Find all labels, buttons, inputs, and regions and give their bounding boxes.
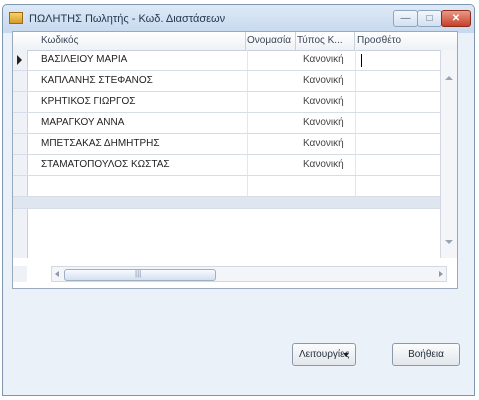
cell-divider — [247, 92, 248, 112]
horizontal-scrollbar[interactable]: ||| — [51, 266, 447, 282]
cell-code[interactable]: ΜΠΕΤΣΑΚΑΣ ΔΗΜΗΤΡΗΣ — [41, 138, 160, 149]
grip-icon: ||| — [135, 269, 142, 278]
table-row[interactable]: ΒΑΣΙΛΕΙΟΥ ΜΑΡΙΑ Κανονική — [13, 50, 457, 71]
column-header-type[interactable]: Τύπος Κ... — [297, 35, 343, 46]
maximize-button[interactable]: □ — [417, 10, 442, 27]
cell-divider — [247, 176, 248, 196]
functions-button-label: Λειτουργίες — [299, 349, 350, 360]
title-bar[interactable]: ΠΩΛΗΤΗΣ Πωλητής - Κωδ. Διαστάσεων — □ ✕ — [3, 5, 474, 33]
grid-corner — [13, 266, 27, 282]
scrollbar-thumb[interactable]: ||| — [64, 269, 216, 281]
window-title: ΠΩΛΗΤΗΣ Πωλητής - Κωδ. Διαστάσεων — [29, 13, 226, 25]
cell-divider — [355, 134, 356, 154]
scroll-down-icon[interactable] — [445, 240, 453, 244]
cell-type[interactable]: Κανονική — [303, 75, 344, 86]
cell-code[interactable]: ΚΑΠΛΑΝΗΣ ΣΤΕΦΑΝΟΣ — [41, 75, 153, 86]
scroll-up-icon[interactable] — [445, 76, 453, 80]
empty-table-row[interactable] — [13, 176, 457, 197]
cell-type[interactable]: Κανονική — [303, 117, 344, 128]
functions-dropdown-button[interactable]: Λειτουργίες — [292, 343, 356, 366]
new-record-row[interactable] — [13, 197, 457, 209]
row-selector[interactable] — [13, 134, 27, 154]
dimensions-grid[interactable]: Κωδικός Ονομασία Τύπος Κ... Προσθέτο ΒΑΣ… — [12, 31, 458, 289]
row-selector[interactable] — [13, 155, 27, 175]
cell-divider — [355, 71, 356, 91]
chevron-down-icon — [343, 353, 349, 357]
table-row[interactable]: ΜΑΡΑΓΚΟΥ ΑΝΝΑ Κανονική — [13, 113, 457, 134]
cell-code[interactable]: ΚΡΗΤΙΚΟΣ ΓΙΩΡΓΟΣ — [41, 96, 135, 107]
cell-type[interactable]: Κανονική — [303, 159, 344, 170]
cell-divider — [355, 50, 356, 70]
column-header-code[interactable]: Κωδικός — [41, 35, 78, 46]
minimize-button[interactable]: — — [393, 10, 418, 27]
cell-divider — [247, 113, 248, 133]
cell-type[interactable]: Κανονική — [303, 138, 344, 149]
cell-type[interactable]: Κανονική — [303, 54, 344, 65]
column-header-name[interactable]: Ονομασία — [247, 35, 291, 46]
cell-code[interactable]: ΒΑΣΙΛΕΙΟΥ ΜΑΡΙΑ — [41, 54, 127, 65]
row-selector[interactable] — [13, 92, 27, 112]
scroll-left-icon[interactable] — [55, 271, 59, 277]
cell-code[interactable]: ΜΑΡΑΓΚΟΥ ΑΝΝΑ — [41, 117, 124, 128]
cell-code[interactable]: ΣΤΑΜΑΤΟΠΟΥΛΟΣ ΚΩΣΤΑΣ — [41, 159, 170, 170]
cell-divider — [247, 50, 248, 70]
row-selector[interactable] — [13, 176, 27, 196]
row-selector[interactable] — [13, 113, 27, 133]
table-row[interactable]: ΚΑΠΛΑΝΗΣ ΣΤΕΦΑΝΟΣ Κανονική — [13, 71, 457, 92]
column-divider[interactable] — [295, 32, 296, 50]
grid-header: Κωδικός Ονομασία Τύπος Κ... Προσθέτο — [13, 32, 457, 51]
cell-divider — [247, 134, 248, 154]
current-row-arrow-icon — [17, 55, 22, 65]
column-divider[interactable] — [354, 32, 355, 50]
column-header-additional[interactable]: Προσθέτο — [357, 35, 401, 46]
cell-divider — [355, 113, 356, 133]
cell-divider — [355, 92, 356, 112]
cell-divider — [247, 155, 248, 175]
vertical-scrollbar[interactable] — [440, 50, 457, 258]
table-row[interactable]: ΚΡΗΤΙΚΟΣ ΓΙΩΡΓΟΣ Κανονική — [13, 92, 457, 113]
scroll-right-icon[interactable] — [439, 271, 443, 277]
help-button[interactable]: Βοήθεια — [392, 343, 460, 366]
cell-type[interactable]: Κανονική — [303, 96, 344, 107]
table-row[interactable]: ΣΤΑΜΑΤΟΠΟΥΛΟΣ ΚΩΣΤΑΣ Κανονική — [13, 155, 457, 176]
row-selector[interactable] — [13, 71, 27, 91]
cell-divider — [355, 176, 356, 196]
row-selector[interactable] — [13, 50, 27, 70]
table-row[interactable]: ΜΠΕΤΣΑΚΑΣ ΔΗΜΗΤΡΗΣ Κανονική — [13, 134, 457, 155]
close-button[interactable]: ✕ — [441, 10, 471, 27]
text-cursor — [361, 54, 362, 67]
column-divider[interactable] — [245, 32, 246, 50]
cell-divider — [247, 71, 248, 91]
cell-divider — [355, 155, 356, 175]
table-app-icon — [9, 12, 23, 24]
